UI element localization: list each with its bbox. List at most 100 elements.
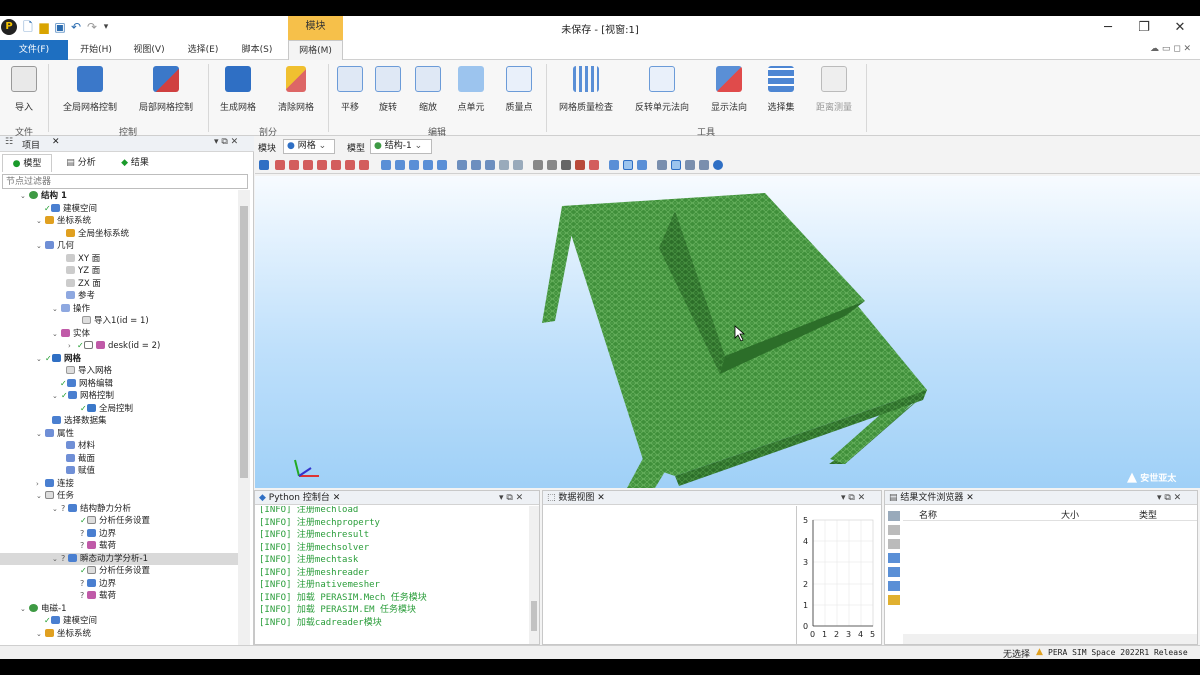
pick-face-icon[interactable] — [303, 160, 313, 170]
tab-model[interactable]: ● 模型 — [2, 154, 52, 172]
menu-script[interactable]: 脚本(S) — [236, 40, 278, 60]
menu-file[interactable]: 文件(F) — [0, 40, 68, 60]
tree-node[interactable]: 材料 — [0, 440, 95, 453]
column-size[interactable]: 大小 — [1061, 508, 1079, 521]
tree-node[interactable]: ZX 面 — [0, 278, 101, 291]
tree-node[interactable]: XY 面 — [0, 253, 100, 266]
global-mesh-control-button[interactable]: 全局网格控制 — [60, 66, 120, 122]
view-left-icon[interactable] — [499, 160, 509, 170]
tree-node[interactable]: ? 载荷 — [0, 540, 116, 553]
view-right-icon[interactable] — [513, 160, 523, 170]
solid-display-icon[interactable] — [575, 160, 585, 170]
tree-node[interactable]: ⌄ 坐标系统 — [0, 628, 91, 638]
shaded-icon[interactable] — [547, 160, 557, 170]
panel-close-icon[interactable]: ✕ — [52, 137, 60, 147]
tree-node[interactable]: 截面 — [0, 453, 95, 466]
section-view-icon[interactable] — [589, 160, 599, 170]
point-element-button[interactable]: 点单元 — [454, 66, 488, 122]
show-normal-button[interactable]: 显示法向 — [708, 66, 750, 122]
maximize-button[interactable]: ❐ — [1126, 18, 1162, 38]
display-elements-icon[interactable] — [685, 160, 695, 170]
tree-node[interactable]: ? 边界 — [0, 528, 116, 541]
tree-node[interactable]: 选择数据集 — [0, 415, 107, 428]
tree-node[interactable]: 导入网格 — [0, 365, 112, 378]
pick-node-icon[interactable] — [275, 160, 285, 170]
tree-scrollbar-thumb[interactable] — [240, 206, 248, 478]
view-front-icon[interactable] — [471, 160, 481, 170]
tree-node-desk[interactable]: › ✓ desk(id = 2) — [0, 340, 160, 353]
tree-node[interactable]: ✓ 建模空间 — [0, 203, 97, 216]
tree-node[interactable]: ? 边界 — [0, 578, 116, 591]
tree-node[interactable]: ⌄ 实体 — [0, 328, 90, 341]
results-hscrollbar[interactable] — [903, 634, 1197, 644]
shaded-edges-icon[interactable] — [561, 160, 571, 170]
open-folder-icon[interactable]: ▆ — [36, 19, 52, 35]
zoom-view-icon[interactable] — [409, 160, 419, 170]
data-view-options-icon[interactable]: ▾ ⧉ ✕ — [841, 491, 865, 505]
select-tool-icon[interactable] — [259, 160, 269, 170]
pick-part-icon[interactable] — [345, 160, 355, 170]
ribbon-controls-icon[interactable]: ☁ ▭ ◻ ✕ — [1150, 44, 1191, 54]
tree-node[interactable]: ⌄ ✓ 网格 — [0, 353, 81, 366]
results-browser-options-icon[interactable]: ▾ ⧉ ✕ — [1157, 491, 1181, 505]
menu-home[interactable]: 开始(H) — [76, 40, 116, 60]
tree-node[interactable]: YZ 面 — [0, 265, 100, 278]
console-scrollbar[interactable] — [529, 506, 539, 644]
view-back-icon[interactable] — [485, 160, 495, 170]
translate-button[interactable]: 平移 — [336, 66, 364, 122]
data-view-close-icon[interactable]: ✕ — [597, 493, 605, 503]
menu-select[interactable]: 选择(E) — [182, 40, 224, 60]
console-options-icon[interactable]: ▾ ⧉ ✕ — [499, 491, 523, 505]
scale-button[interactable]: 缩放 — [414, 66, 442, 122]
lasso-select-icon[interactable] — [637, 160, 647, 170]
tab-analysis[interactable]: ▤ 分析 — [56, 154, 106, 172]
tree-node[interactable]: ⌄ 属性 — [0, 428, 74, 441]
column-name[interactable]: 名称 — [919, 508, 937, 521]
view-iso-icon[interactable] — [457, 160, 467, 170]
list-view-icon[interactable] — [888, 581, 900, 591]
tree-node[interactable]: 导入1(id = 1) — [0, 315, 149, 328]
module-select[interactable]: ● 网格 ⌄ — [283, 139, 335, 154]
console-scrollbar-thumb[interactable] — [531, 601, 537, 631]
tree-node[interactable]: ⌄ 坐标系统 — [0, 215, 91, 228]
tree-node-em-1[interactable]: ⌄ 电磁-1 — [0, 603, 66, 616]
pick-element-icon[interactable] — [317, 160, 327, 170]
box-select-icon[interactable] — [623, 160, 633, 170]
wireframe-icon[interactable] — [533, 160, 543, 170]
sort-ascending-icon[interactable] — [888, 553, 900, 563]
pick-edge-icon[interactable] — [289, 160, 299, 170]
mesh-quality-check-button[interactable]: 网格质量检查 — [556, 66, 616, 122]
sort-descending-icon[interactable] — [888, 567, 900, 577]
tab-results[interactable]: ◆ 结果 — [110, 154, 160, 172]
zoom-box-icon[interactable] — [423, 160, 433, 170]
selection-set-button[interactable]: 选择集 — [762, 66, 800, 122]
tree-node[interactable]: 参考 — [0, 290, 95, 303]
console-output[interactable]: [INFO] 注册mechload [INFO] 注册mechproperty … — [255, 506, 529, 632]
tree-node[interactable]: ✓ 建模空间 — [0, 615, 97, 628]
minimize-button[interactable]: ─ — [1090, 18, 1126, 38]
close-button[interactable]: ✕ — [1162, 18, 1198, 38]
tree-node-transient-analysis[interactable]: ⌄? 瞬态动力学分析-1 — [0, 552, 238, 565]
menu-mesh[interactable]: 网格(M) — [288, 40, 343, 61]
export-icon[interactable] — [888, 539, 900, 549]
folder-icon[interactable] — [888, 595, 900, 605]
menu-view[interactable]: 视图(V) — [128, 40, 170, 60]
clear-mesh-button[interactable]: 清除网格 — [274, 66, 318, 122]
tree-node[interactable]: 赋值 — [0, 465, 95, 478]
tree-node[interactable]: ✓ 全局控制 — [0, 403, 133, 416]
rotate-view-icon[interactable] — [381, 160, 391, 170]
pointer-icon[interactable] — [609, 160, 619, 170]
model-select[interactable]: ● 结构-1 ⌄ — [370, 139, 432, 154]
import-button[interactable]: 导入 — [6, 66, 42, 122]
new-file-icon[interactable]: 🗋 — [20, 19, 36, 35]
display-mesh-icon[interactable] — [657, 160, 667, 170]
generate-mesh-button[interactable]: 生成网格 — [216, 66, 260, 122]
rotate-button[interactable]: 旋转 — [374, 66, 402, 122]
save-icon[interactable]: ▣ — [52, 19, 68, 35]
fit-view-icon[interactable] — [437, 160, 447, 170]
quick-access-dropdown-icon[interactable]: ▾ — [98, 19, 114, 35]
local-mesh-control-button[interactable]: 局部网格控制 — [136, 66, 196, 122]
display-edges-icon[interactable] — [699, 160, 709, 170]
console-close-icon[interactable]: ✕ — [333, 493, 341, 503]
tree-node[interactable]: ⌄ 几何 — [0, 240, 74, 253]
